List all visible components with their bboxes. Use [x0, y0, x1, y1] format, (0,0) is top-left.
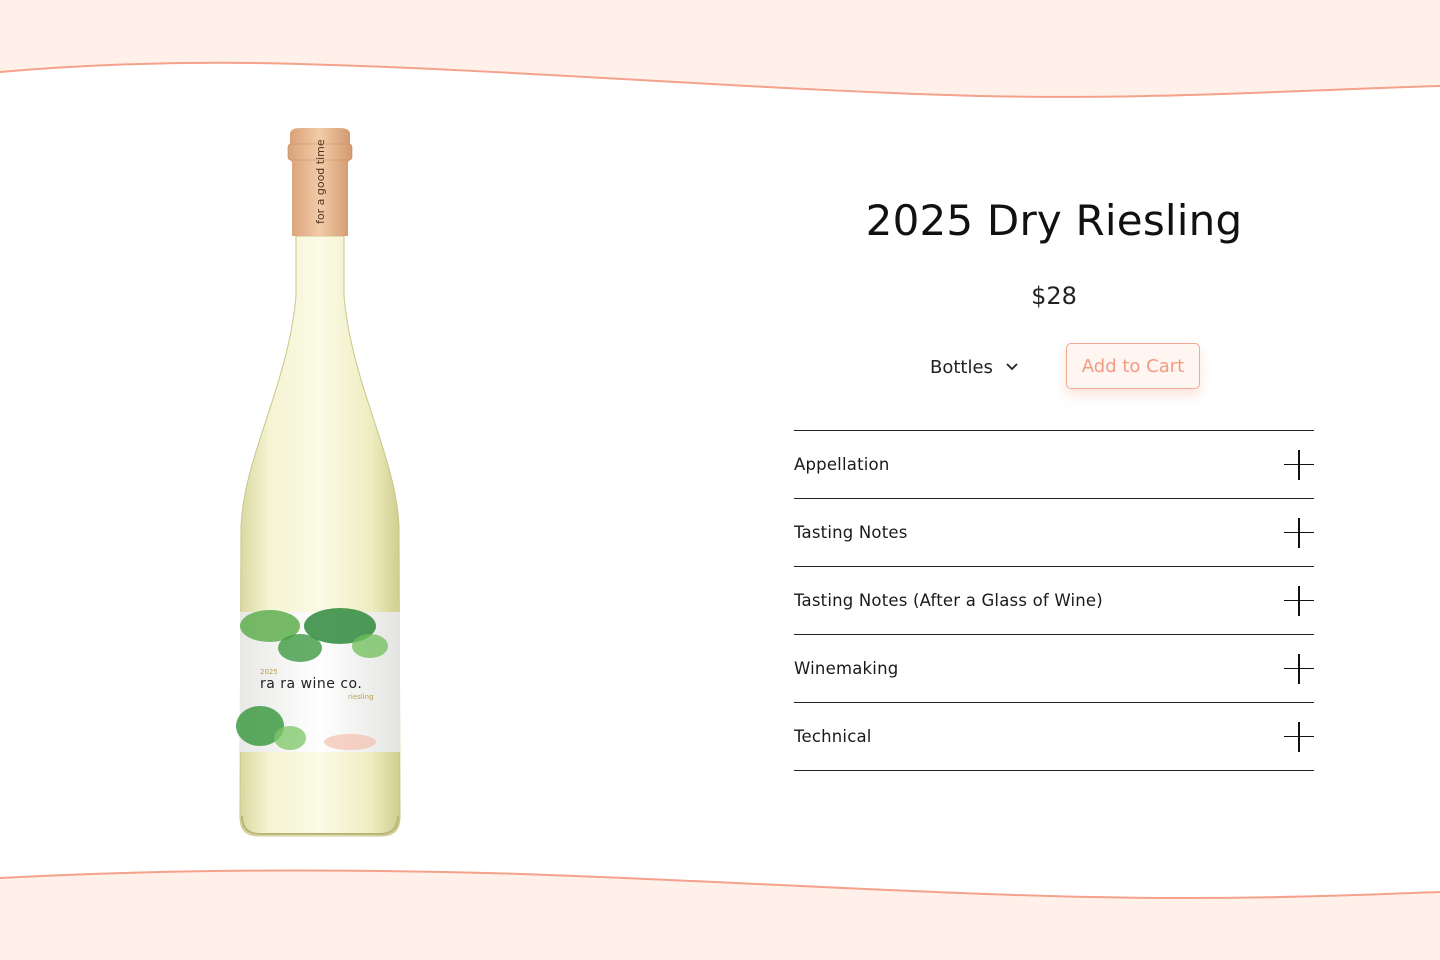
accordion-item-tasting-notes-after-glass[interactable]: Tasting Notes (After a Glass of Wine)	[794, 567, 1314, 635]
accordion-item-appellation[interactable]: Appellation	[794, 431, 1314, 499]
accordion-item-label: Technical	[794, 727, 872, 746]
accordion-item-tasting-notes[interactable]: Tasting Notes	[794, 499, 1314, 567]
add-to-cart-button[interactable]: Add to Cart	[1066, 343, 1200, 389]
accordion-item-label: Tasting Notes (After a Glass of Wine)	[794, 591, 1103, 610]
accordion-item-technical[interactable]: Technical	[794, 703, 1314, 771]
plus-icon[interactable]	[1284, 517, 1314, 548]
label-brand: ra ra wine co.	[260, 676, 362, 692]
quantity-unit-select[interactable]: Bottles	[930, 352, 1019, 382]
neck-text: for a good time	[314, 139, 327, 224]
label-year: 2025	[260, 668, 278, 676]
plus-icon[interactable]	[1284, 721, 1314, 752]
chevron-down-icon	[1006, 363, 1018, 371]
accordion-item-label: Winemaking	[794, 659, 899, 678]
plus-icon[interactable]	[1284, 585, 1314, 616]
accordion-item-label: Tasting Notes	[794, 523, 908, 542]
quantity-unit-selected: Bottles	[930, 356, 993, 378]
plus-icon[interactable]	[1284, 653, 1314, 684]
product-details-accordion: Appellation Tasting Notes Tasting Notes …	[794, 430, 1314, 771]
plus-icon[interactable]	[1284, 449, 1314, 480]
top-wave-decoration	[0, 0, 1440, 98]
accordion-item-label: Appellation	[794, 455, 890, 474]
product-title: 2025 Dry Riesling	[865, 196, 1243, 245]
product-image: for a good time 2025 ra ra wine co. ries…	[230, 126, 410, 842]
accordion-item-winemaking[interactable]: Winemaking	[794, 635, 1314, 703]
label-varietal: riesling	[348, 693, 374, 701]
bottom-wave	[0, 869, 1440, 960]
wine-bottle-illustration: for a good time 2025 ra ra wine co. ries…	[236, 128, 401, 837]
product-price: $28	[1031, 282, 1077, 310]
